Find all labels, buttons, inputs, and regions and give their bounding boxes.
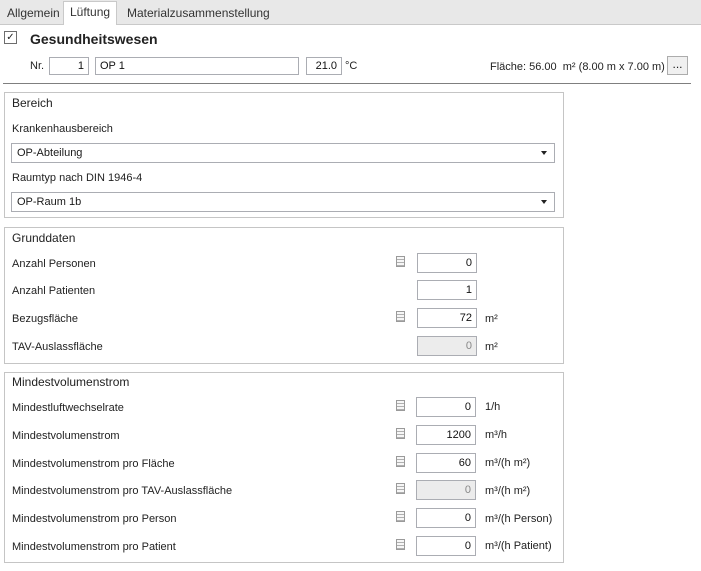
tav-auslassflaeche-label: TAV-Auslassfläche xyxy=(12,341,103,353)
calculator-icon[interactable] xyxy=(396,400,405,411)
mindestvolumenstrom-patient-unit: m³/(h Patient) xyxy=(485,540,552,552)
tav-auslassflaeche-field: 0 xyxy=(417,336,477,356)
calculator-icon[interactable] xyxy=(396,311,405,322)
mindestvolumenstrom-patient-label: Mindestvolumenstrom pro Patient xyxy=(12,541,176,553)
calculator-icon[interactable] xyxy=(396,539,405,550)
header-separator xyxy=(3,83,691,84)
mindestvolumenstrom-label: Mindestvolumenstrom xyxy=(12,430,120,442)
temperature-field[interactable]: 21.0 xyxy=(306,57,342,75)
mindestvolumenstrom-field[interactable]: 1200 xyxy=(416,425,476,445)
tab-materialzusammenstellung[interactable]: Materialzusammenstellung xyxy=(120,2,277,24)
mindestvolumenstrom-tav-unit: m³/(h m²) xyxy=(485,485,531,497)
mindestvolumenstrom-tav-field: 0 xyxy=(416,480,476,500)
anzahl-personen-label: Anzahl Personen xyxy=(12,258,96,270)
mindestvolumenstrom-title: Mindestvolumenstrom xyxy=(12,375,130,389)
raumtyp-value: OP-Raum 1b xyxy=(17,196,82,208)
anzahl-patienten-field[interactable]: 1 xyxy=(417,280,477,300)
nr-label: Nr. xyxy=(30,60,45,72)
chevron-down-icon xyxy=(541,200,547,204)
room-name-field[interactable]: OP 1 xyxy=(95,57,299,75)
calculator-icon[interactable] xyxy=(396,428,405,439)
calculator-icon[interactable] xyxy=(396,483,405,494)
nr-field[interactable]: 1 xyxy=(49,57,89,75)
gesundheitswesen-checkbox[interactable]: ✓ xyxy=(4,31,17,44)
anzahl-personen-field[interactable]: 0 xyxy=(417,253,477,273)
mindestluftwechselrate-field[interactable]: 0 xyxy=(416,397,476,417)
krankenhausbereich-value: OP-Abteilung xyxy=(17,147,83,159)
tav-auslassflaeche-unit: m² xyxy=(485,341,498,353)
mindestvolumenstrom-flaeche-unit: m³/(h m²) xyxy=(485,457,531,469)
tab-lueftung[interactable]: Lüftung xyxy=(63,1,118,25)
temperature-unit: °C xyxy=(345,60,358,72)
raumtyp-label: Raumtyp nach DIN 1946-4 xyxy=(12,172,143,184)
chevron-down-icon xyxy=(541,151,547,155)
bezugsflaeche-field[interactable]: 72 xyxy=(417,308,477,328)
mindestvolumenstrom-patient-field[interactable]: 0 xyxy=(416,536,476,556)
mindestvolumenstrom-flaeche-field[interactable]: 60 xyxy=(416,453,476,473)
tab-allgemein[interactable]: Allgemein xyxy=(0,2,67,24)
bereich-title: Bereich xyxy=(12,96,53,110)
mindestvolumenstrom-person-field[interactable]: 0 xyxy=(416,508,476,528)
raumtyp-select[interactable]: OP-Raum 1b xyxy=(11,192,555,212)
area-info: Fläche: 56.00 m² (8.00 m x 7.00 m) xyxy=(490,61,665,73)
mindestvolumenstrom-person-label: Mindestvolumenstrom pro Person xyxy=(12,513,177,525)
anzahl-patienten-label: Anzahl Patienten xyxy=(12,285,96,297)
krankenhausbereich-label: Krankenhausbereich xyxy=(12,123,113,135)
grunddaten-title: Grunddaten xyxy=(12,231,76,245)
bezugsflaeche-unit: m² xyxy=(485,313,498,325)
mindestvolumenstrom-flaeche-label: Mindestvolumenstrom pro Fläche xyxy=(12,458,175,470)
mindestvolumenstrom-unit: m³/h xyxy=(485,429,507,441)
calculator-icon[interactable] xyxy=(396,456,405,467)
calculator-icon[interactable] xyxy=(396,256,405,267)
bezugsflaeche-label: Bezugsfläche xyxy=(12,313,79,325)
mindestluftwechselrate-label: Mindestluftwechselrate xyxy=(12,402,124,414)
page-title: Gesundheitswesen xyxy=(30,31,158,47)
krankenhausbereich-select[interactable]: OP-Abteilung xyxy=(11,143,555,163)
calculator-icon[interactable] xyxy=(396,511,405,522)
mindestvolumenstrom-person-unit: m³/(h Person) xyxy=(485,513,553,525)
mindestluftwechselrate-unit: 1/h xyxy=(485,401,501,413)
mindestvolumenstrom-tav-label: Mindestvolumenstrom pro TAV-Auslassfläch… xyxy=(12,485,233,497)
area-more-button[interactable]: ... xyxy=(667,56,688,75)
